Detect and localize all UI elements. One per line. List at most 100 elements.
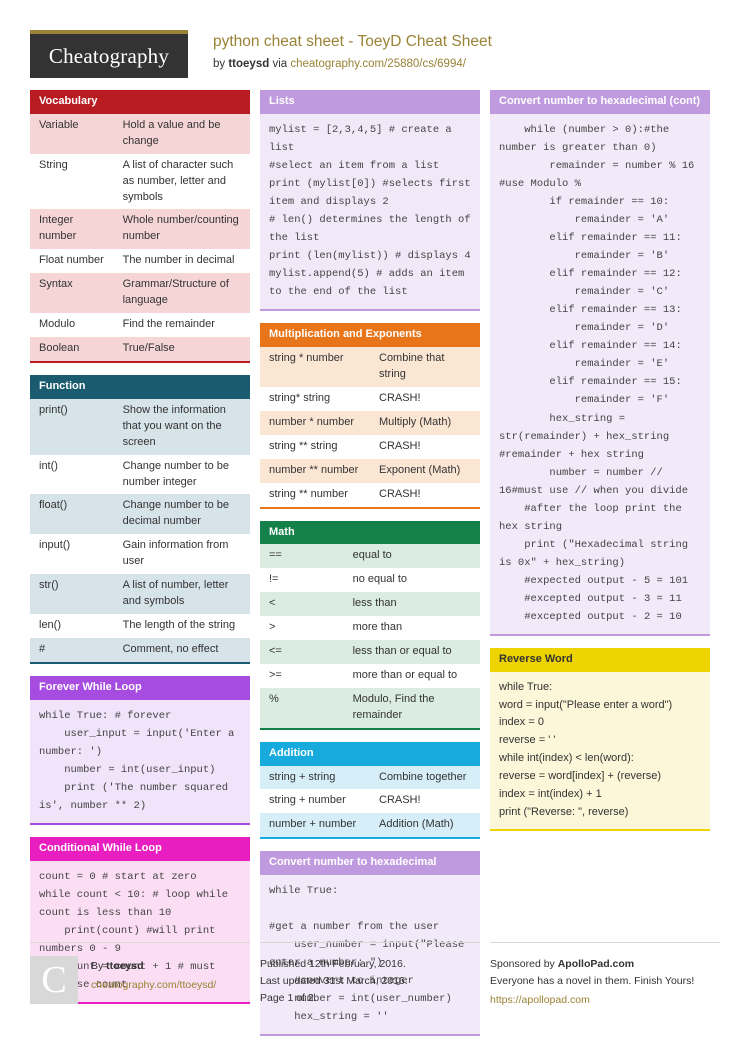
table-cell-key: Boolean bbox=[30, 337, 114, 361]
table-cell-value: equal to bbox=[343, 544, 480, 569]
table-cell-value: no equal to bbox=[343, 568, 480, 593]
table-cell-key: != bbox=[260, 568, 344, 593]
footer-sponsor-line: Sponsored by ApolloPad.com bbox=[490, 956, 720, 973]
block-function: Function print() Show the information tha… bbox=[30, 375, 250, 664]
code-hexadecimal-cont: while (number > 0):#the number is greate… bbox=[499, 123, 695, 624]
column-1: Vocabulary Variable Hold a value and be c… bbox=[30, 90, 250, 1048]
table-cell-key: >= bbox=[260, 663, 344, 688]
cheatography-logo[interactable]: Cheatography bbox=[30, 30, 188, 78]
table-cell-key: Float number bbox=[30, 249, 114, 274]
table-row: > more than bbox=[260, 616, 480, 641]
block-title-hexadecimal-cont: Convert number to hexadecimal (cont) bbox=[490, 90, 710, 114]
table-row: input() Gain information from user bbox=[30, 534, 250, 575]
table-cell-key: string ** number bbox=[260, 482, 370, 507]
block-title-reverse-word: Reverse Word bbox=[490, 648, 710, 672]
table-cell-value: True/False bbox=[113, 337, 250, 361]
table-cell-key: # bbox=[30, 638, 114, 662]
table-cell-value: CRASH! bbox=[370, 434, 480, 459]
footer-author-link[interactable]: cheatography.com/ttoeysd/ bbox=[91, 979, 216, 991]
code-lists: mylist = [2,3,4,5] # create a list #sele… bbox=[269, 123, 471, 299]
table-cell-key: < bbox=[260, 592, 344, 617]
footer-author-column: C By ttoeysd cheatography.com/ttoeysd/ bbox=[30, 942, 250, 1009]
table-cell-value: A list of number, letter and symbols bbox=[113, 574, 250, 615]
math-rows: == equal to != no equal to < less than > more t… bbox=[260, 544, 480, 728]
byline-author[interactable]: ttoeysd bbox=[228, 58, 269, 70]
block-forever-while-loop: Forever While Loop while True: # forever… bbox=[30, 675, 250, 825]
block-hexadecimal-cont: Convert number to hexadecimal (cont) whi… bbox=[490, 90, 710, 637]
table-cell-value: Combine together bbox=[370, 765, 480, 790]
table-row: number * number Multiply (Math) bbox=[260, 410, 480, 435]
table-cell-key: string + number bbox=[260, 789, 370, 814]
table-row: Boolean True/False bbox=[30, 337, 250, 361]
block-body-vocabulary: Variable Hold a value and be change String… bbox=[30, 113, 250, 363]
table-cell-value: The number in decimal bbox=[113, 249, 250, 274]
table-row: string ** number CRASH! bbox=[260, 482, 480, 507]
vocabulary-table: Variable Hold a value and be change String… bbox=[30, 113, 250, 361]
block-title-multiplication: Multiplication and Exponents bbox=[260, 323, 480, 347]
avatar-letter: C bbox=[41, 959, 67, 1001]
function-rows: print() Show the information that you wan… bbox=[30, 398, 250, 662]
byline-prefix: by bbox=[213, 57, 229, 70]
table-row: == equal to bbox=[260, 544, 480, 569]
table-cell-value: Gain information from user bbox=[113, 534, 250, 575]
multiplication-table: string * number Combine that string string… bbox=[260, 346, 480, 507]
block-math: Math == equal to != no equal to < less than > m… bbox=[260, 520, 480, 730]
table-row: string + string Combine together bbox=[260, 765, 480, 790]
footer-sponsor-name[interactable]: ApolloPad.com bbox=[558, 958, 634, 970]
table-cell-key: > bbox=[260, 616, 344, 641]
table-row: number ** number Exponent (Math) bbox=[260, 458, 480, 483]
table-row: str() A list of number, letter and symbol… bbox=[30, 574, 250, 615]
vocabulary-rows: Variable Hold a value and be change String… bbox=[30, 113, 250, 361]
multiplication-rows: string * number Combine that string string… bbox=[260, 346, 480, 507]
block-lists: Lists mylist = [2,3,4,5] # create a list… bbox=[260, 90, 480, 312]
table-cell-key: Syntax bbox=[30, 273, 114, 314]
footer-sponsor-link[interactable]: https://apollopad.com bbox=[490, 994, 590, 1006]
avatar: C bbox=[30, 956, 78, 1004]
block-body-forever-while-loop: while True: # forever user_input = input… bbox=[30, 699, 250, 825]
table-cell-value: CRASH! bbox=[370, 386, 480, 411]
table-cell-key: string + string bbox=[260, 765, 370, 790]
math-table: == equal to != no equal to < less than > more t… bbox=[260, 544, 480, 728]
table-cell-key: float() bbox=[30, 494, 114, 535]
table-cell-value: Change number to be decimal number bbox=[113, 494, 250, 535]
addition-table: string + string Combine together string + … bbox=[260, 765, 480, 838]
table-row: string* string CRASH! bbox=[260, 386, 480, 411]
block-title-math: Math bbox=[260, 520, 480, 545]
table-row: != no equal to bbox=[260, 568, 480, 593]
table-cell-value: Find the remainder bbox=[113, 313, 250, 338]
table-cell-key: number ** number bbox=[260, 458, 370, 483]
table-cell-key: number * number bbox=[260, 410, 370, 435]
table-cell-value: more than bbox=[343, 616, 480, 641]
table-cell-key: input() bbox=[30, 534, 114, 575]
table-cell-value: A list of character such as number, lett… bbox=[113, 153, 250, 210]
table-cell-key: Integer number bbox=[30, 209, 114, 250]
table-row: Modulo Find the remainder bbox=[30, 313, 250, 338]
table-cell-key: String bbox=[30, 153, 114, 210]
block-body-lists: mylist = [2,3,4,5] # create a list #sele… bbox=[260, 113, 480, 312]
table-row: Integer number Whole number/counting numb… bbox=[30, 209, 250, 250]
table-cell-key: print() bbox=[30, 398, 114, 455]
page-footer: C By ttoeysd cheatography.com/ttoeysd/ P… bbox=[30, 942, 720, 1009]
table-cell-value: CRASH! bbox=[370, 482, 480, 507]
table-cell-key: % bbox=[260, 687, 344, 728]
footer-sponsor-column: Sponsored by ApolloPad.com Everyone has … bbox=[490, 942, 720, 1009]
table-cell-value: Grammar/Structure of language bbox=[113, 273, 250, 314]
table-cell-key: <= bbox=[260, 640, 344, 664]
footer-page-number: Page 1 of 2. bbox=[260, 992, 317, 1004]
block-body-hexadecimal-cont: while (number > 0):#the number is greate… bbox=[490, 113, 710, 637]
table-row: int() Change number to be number integer bbox=[30, 454, 250, 495]
table-cell-key: Modulo bbox=[30, 313, 114, 338]
table-row: string + number CRASH! bbox=[260, 789, 480, 814]
block-body-function: print() Show the information that you wan… bbox=[30, 398, 250, 664]
table-cell-key: int() bbox=[30, 454, 114, 495]
block-body-reverse-word: while True: word = input("Please enter a… bbox=[490, 671, 710, 832]
block-title-vocabulary: Vocabulary bbox=[30, 90, 250, 114]
table-row: String A list of character such as number… bbox=[30, 153, 250, 210]
source-link[interactable]: cheatography.com/25880/cs/6994/ bbox=[290, 58, 466, 70]
table-row: string * number Combine that string bbox=[260, 346, 480, 387]
footer-author: C By ttoeysd cheatography.com/ttoeysd/ bbox=[30, 956, 250, 1004]
table-row: % Modulo, Find the remainder bbox=[260, 687, 480, 728]
byline: by ttoeysd via cheatography.com/25880/cs… bbox=[213, 53, 492, 70]
code-forever-while-loop: while True: # forever user_input = input… bbox=[39, 709, 235, 812]
footer-author-name: ttoeysd bbox=[106, 960, 144, 972]
